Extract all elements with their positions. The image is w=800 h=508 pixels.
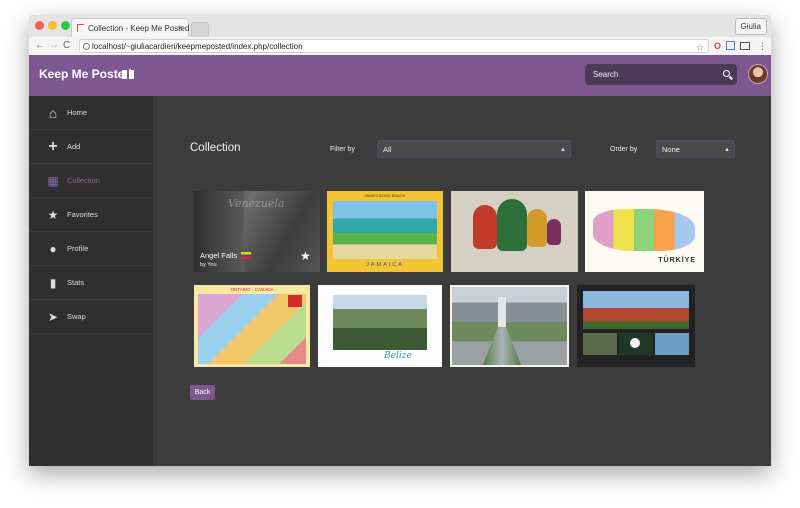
avatar[interactable] [748,64,768,84]
browser-menu-icon[interactable]: ⋮ [758,40,767,52]
order-value: None [662,145,680,154]
order-label: Order by [610,146,638,153]
user-icon: ● [49,242,57,256]
grid-icon: ▦ [47,174,59,188]
filter-label: Filter by [330,146,355,153]
minimize-window-button[interactable] [48,21,57,30]
postcard-caption: Venezuela [228,197,285,210]
postcard-logo-icon [122,70,134,79]
postcard-angel-falls[interactable]: Venezuela Angel Falls by You ★ [194,191,320,272]
postcard-buenos-aires[interactable] [450,285,569,367]
aerial-photo [333,295,427,350]
postcard-belize[interactable]: Belize [318,285,442,367]
close-window-button[interactable] [35,21,44,30]
new-tab-button[interactable] [191,22,209,38]
sidebar-item-label: Add [67,142,81,151]
tab-close-icon[interactable]: × [178,19,183,38]
address-bar: ← → C localhost/~giuliacardieri/keepmepo… [29,37,771,56]
sidebar-item-label: Favorites [67,210,98,219]
select-arrows-icon: ▲ [724,147,730,153]
postcard-turkey[interactable]: TÜRKİYE [585,191,704,272]
flag-icon [241,252,251,259]
sidebar-item-label: Swap [67,312,86,321]
doll-shape [527,209,547,247]
sidebar: ⌂ Home + Add ▦ Collection ★ Favorites ● … [29,96,153,466]
sidebar-item-profile[interactable]: ● Profile [29,232,153,266]
map-shape [593,209,695,251]
sidebar-item-home[interactable]: ⌂ Home [29,96,153,130]
forward-arrow-icon[interactable]: → [49,39,59,53]
doll-shape [547,219,561,245]
reload-icon[interactable]: C [63,39,70,53]
select-arrows-icon: ▲ [560,147,566,153]
favicon-icon [77,24,84,32]
back-button[interactable]: Back [190,385,215,400]
url-text: localhost/~giuliacardieri/keepmeposted/i… [92,42,303,51]
sidebar-item-favorites[interactable]: ★ Favorites [29,198,153,232]
filter-select[interactable]: All ▲ [377,140,571,158]
flag-icon [288,295,302,307]
cast-icon[interactable] [740,42,750,50]
tab-title: Collection - Keep Me Posted [88,24,190,33]
brand-title[interactable]: Keep Me Posted [39,67,132,81]
postcard-caption: Belize [384,351,412,361]
maximize-window-button[interactable] [61,21,70,30]
extension-icon[interactable] [726,41,735,50]
bookmark-star-icon[interactable]: ☆ [696,40,704,54]
info-icon[interactable] [83,43,90,50]
plus-icon: + [48,138,58,155]
doll-shape [473,205,497,249]
photo-thumb [583,333,617,355]
avenue-shape [482,327,522,365]
url-input[interactable]: localhost/~giuliacardieri/keepmeposted/i… [79,39,709,53]
postcard-title: Angel Falls [200,251,238,260]
postcard-owner: by You [200,262,217,268]
filter-value: All [383,145,392,154]
search-placeholder: Search [593,70,619,79]
sidebar-item-collection[interactable]: ▦ Collection [29,164,153,198]
profile-chip[interactable]: Giulia [734,18,767,35]
sidebar-item-label: Home [67,108,88,117]
postcard-ontario[interactable]: ONTARIO · CANADA [194,285,310,367]
search-input[interactable]: Search [585,64,737,85]
browser-tab[interactable]: Collection - Keep Me Posted × [71,18,189,37]
home-icon: ⌂ [48,105,58,121]
postcard-jamaica[interactable]: JAMES BOND BEACH JAMAICA [327,191,443,272]
search-icon[interactable] [723,70,730,77]
back-arrow-icon[interactable]: ← [35,39,45,53]
castle-photo [583,291,689,329]
sidebar-item-label: Stats [67,278,85,287]
main-content: Collection Filter by All ▲ Order by None… [153,96,771,466]
browser-titlebar: Collection - Keep Me Posted × Giulia [29,15,771,38]
sidebar-item-label: Collection [67,176,100,185]
doll-shape [497,199,527,251]
favorite-star-icon[interactable]: ★ [300,249,311,263]
sidebar-item-stats[interactable]: ▮ Stats [29,266,153,300]
opera-extension-icon[interactable]: O [714,40,721,52]
bar-chart-icon: ▮ [49,276,57,290]
sidebar-item-add[interactable]: + Add [29,130,153,164]
photo-thumb [655,333,689,355]
postcard-schwerin[interactable] [577,285,695,367]
postcard-caption: ONTARIO · CANADA [230,287,274,292]
paper-plane-icon: ➤ [47,310,59,324]
beach-photo [333,201,437,259]
postcard-caption: TÜRKİYE [658,257,696,264]
postcard-caption: JAMAICA [366,262,404,268]
page-title: Collection [190,142,241,154]
postcard-header: JAMES BOND BEACH [364,193,406,198]
sidebar-item-swap[interactable]: ➤ Swap [29,300,153,334]
order-select[interactable]: None ▲ [656,140,735,158]
postcard-russian-dolls[interactable] [451,191,578,272]
lotus-shape [630,338,640,348]
browser-window: Collection - Keep Me Posted × Giulia ← →… [29,15,771,466]
star-icon: ★ [47,208,59,222]
sidebar-item-label: Profile [67,244,89,253]
app-header: Keep Me Posted Search [29,55,771,96]
